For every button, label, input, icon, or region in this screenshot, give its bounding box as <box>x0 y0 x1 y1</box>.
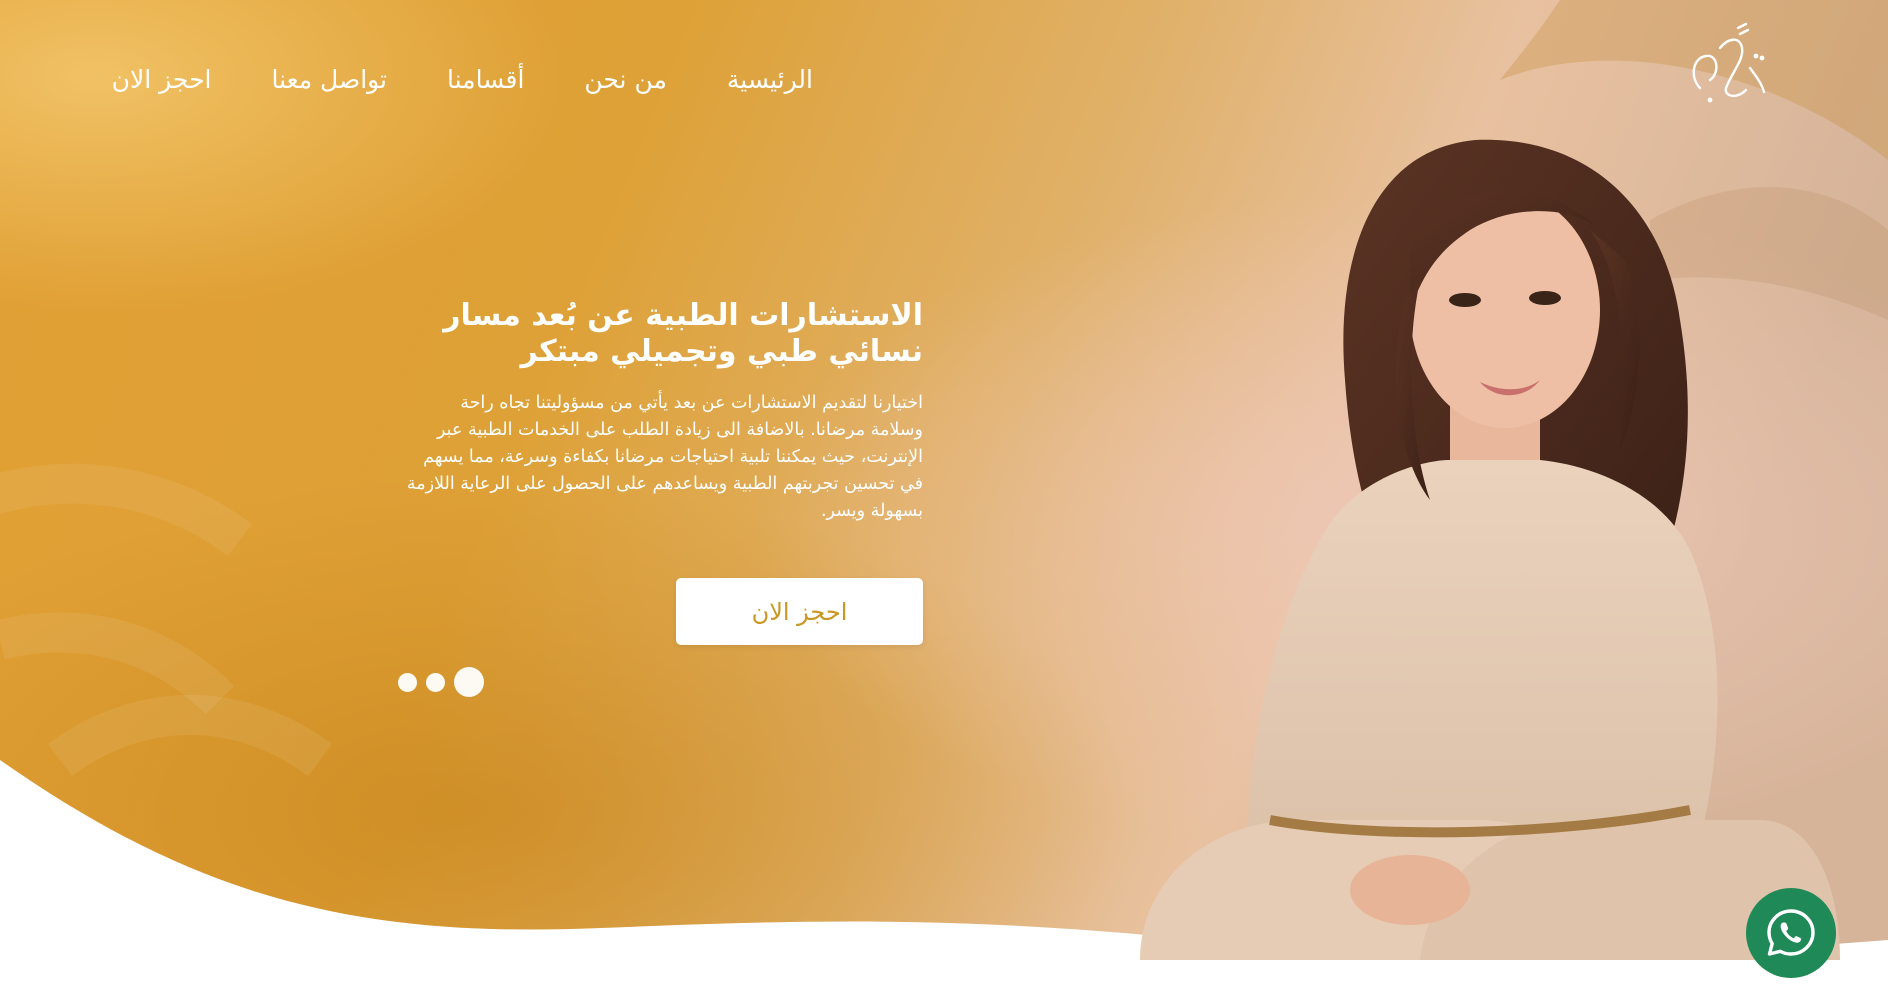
doctor-portrait <box>1140 139 1840 960</box>
slider-dot-3[interactable] <box>398 672 417 692</box>
hero-title-line1: الاستشارات الطبية عن بُعد مسار <box>443 298 923 333</box>
hero-content: الاستشارات الطبية عن بُعد مسار نسائي طبي… <box>403 298 923 525</box>
main-nav: الرئيسية من نحن أقسامنا تواصل معنا احجز … <box>112 58 813 102</box>
hero-title-line2: نسائي طبي وتجميلي مبتكر <box>520 334 923 369</box>
slider-dots <box>398 667 484 697</box>
nav-departments[interactable]: أقسامنا <box>447 58 524 102</box>
hero-title: الاستشارات الطبية عن بُعد مسار نسائي طبي… <box>403 298 923 370</box>
nav-about[interactable]: من نحن <box>584 58 667 102</box>
whatsapp-button[interactable] <box>1746 888 1836 978</box>
whatsapp-icon <box>1767 909 1815 956</box>
slider-dot-1-active[interactable] <box>454 667 484 697</box>
book-now-button[interactable]: احجز الان <box>676 578 923 645</box>
nav-book-now[interactable]: احجز الان <box>112 58 212 102</box>
page: الرئيسية من نحن أقسامنا تواصل معنا احجز … <box>0 0 1888 999</box>
nav-contact[interactable]: تواصل معنا <box>271 58 387 102</box>
arabic-calligraphy-logo <box>1692 22 1766 103</box>
nav-home[interactable]: الرئيسية <box>727 58 813 102</box>
slider-dot-2[interactable] <box>426 672 445 692</box>
hero-description: اختيارنا لتقديم الاستشارات عن بعد يأتي م… <box>406 393 923 521</box>
